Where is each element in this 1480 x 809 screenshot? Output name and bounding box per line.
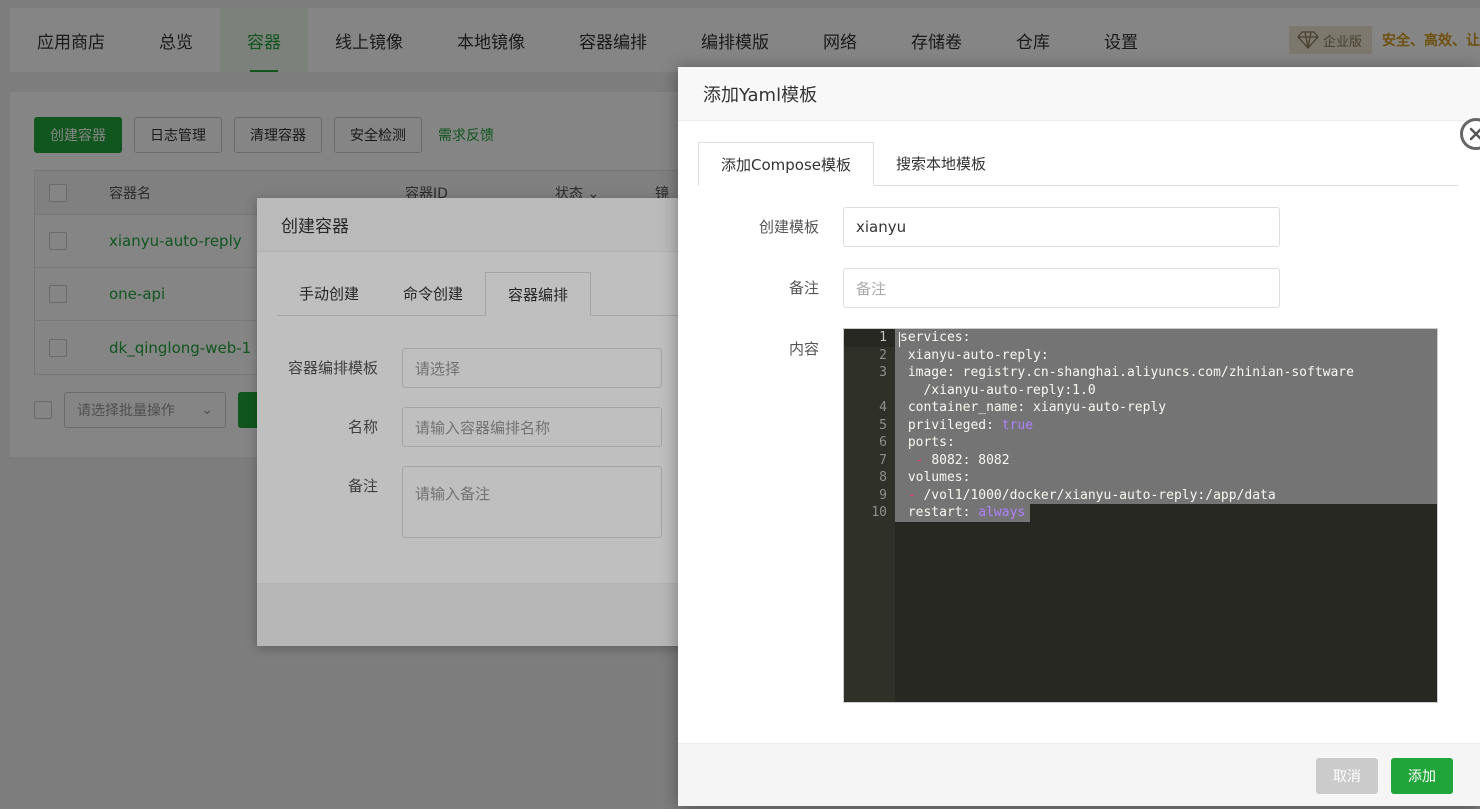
code-text: volumes: [900, 470, 971, 485]
code-line: ports: [900, 434, 955, 452]
cancel-button[interactable]: 取消 [1316, 758, 1378, 794]
line-number [844, 382, 895, 400]
line-number: 8 [879, 470, 887, 485]
code-line: restart: always [900, 504, 1025, 522]
template-remark-field: 备注 备注 [698, 268, 1280, 308]
code-line: /xianyu-auto-reply:1.0 [900, 382, 1096, 400]
code-boolean: true [1001, 417, 1034, 433]
template-content-field: 内容 [698, 329, 843, 369]
template-remark-label: 备注 [788, 279, 819, 297]
template-remark-input[interactable]: 备注 [843, 268, 1280, 308]
code-line: image: registry.cn-shanghai.aliyuncs.com… [900, 364, 1354, 382]
yaml-dialog-tabs: 添加Compose模板 搜索本地模板 [698, 142, 1458, 186]
template-content-label: 内容 [788, 340, 819, 358]
line-number: 1 [844, 329, 895, 347]
code-value: /vol1/1000/docker/xianyu-auto-reply:/app… [923, 487, 1276, 503]
code-text: /xianyu-auto-reply:1.0 [900, 382, 1096, 398]
tab-search-local-template[interactable]: 搜索本地模板 [874, 142, 1008, 185]
line-number: 5 [879, 417, 887, 433]
yaml-dialog-footer: 取消 添加 [678, 743, 1480, 806]
add-yaml-template-dialog: 添加Yaml模板 添加Compose模板 搜索本地模板 创建模板 xianyu … [678, 67, 1480, 806]
code-text: services: [900, 330, 971, 345]
line-number: 10 [871, 505, 887, 520]
code-line: - 8082: 8082 [900, 452, 1010, 470]
code-text: ports: [900, 435, 955, 450]
code-line: volumes: [900, 469, 971, 487]
code-dash: - [900, 452, 932, 468]
code-value: 8082: 8082 [931, 452, 1010, 468]
close-button[interactable] [1460, 118, 1480, 150]
tab-add-compose-template[interactable]: 添加Compose模板 [698, 142, 875, 186]
template-name-input[interactable]: xianyu [843, 207, 1280, 247]
template-name-field: 创建模板 xianyu [698, 207, 1280, 247]
code-line: privileged: true [900, 417, 1033, 435]
code-key: restart: [900, 505, 979, 520]
code-text: xianyu-auto-reply: [900, 347, 1049, 363]
line-number: 9 [879, 487, 887, 503]
code-line: - /vol1/1000/docker/xianyu-auto-reply:/a… [900, 487, 1276, 505]
template-name-label: 创建模板 [758, 218, 819, 236]
line-number: 6 [879, 435, 887, 450]
close-icon [1469, 127, 1480, 141]
line-number: 7 [879, 452, 887, 468]
editor-gutter: 1 2 3 4 5 6 7 8 9 10 [844, 329, 895, 702]
yaml-code-editor[interactable]: 1 2 3 4 5 6 7 8 9 10 services: xianyu-au… [843, 328, 1438, 703]
code-keyword: always [978, 505, 1026, 520]
code-dash: - [900, 487, 924, 503]
yaml-dialog-title: 添加Yaml模板 [678, 67, 1480, 121]
code-line: container_name: xianyu-auto-reply [900, 399, 1166, 417]
code-text: container_name: xianyu-auto-reply [900, 400, 1167, 415]
add-button[interactable]: 添加 [1391, 758, 1453, 794]
code-key: privileged: [900, 417, 1002, 433]
line-number: 2 [879, 347, 887, 363]
line-number: 4 [879, 400, 887, 415]
code-text: image: registry.cn-shanghai.aliyuncs.com… [900, 365, 1354, 380]
line-number: 3 [879, 365, 887, 380]
code-line: xianyu-auto-reply: [900, 347, 1049, 365]
code-line: services: [900, 329, 970, 347]
